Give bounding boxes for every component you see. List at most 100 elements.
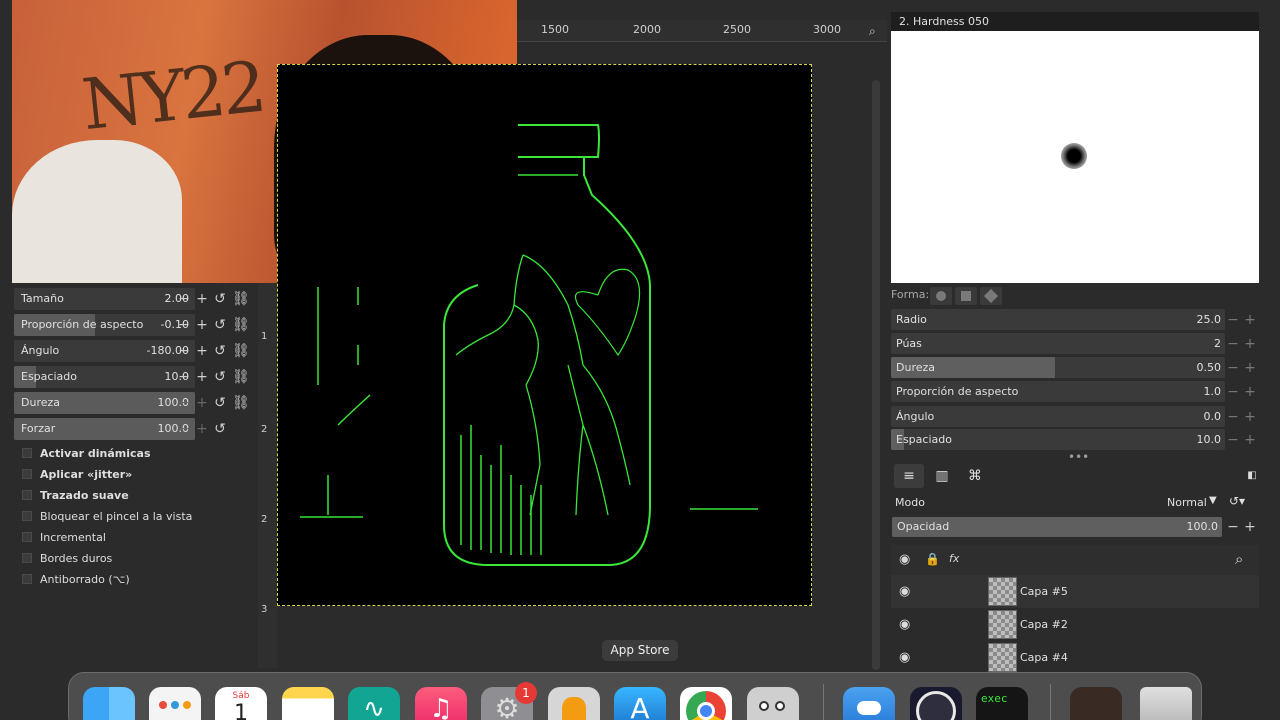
slider-value: 10.0 [1196, 433, 1222, 446]
incremental-checkbox[interactable]: Incremental [22, 528, 106, 546]
force-slider[interactable]: Forzar 100.0 [14, 418, 195, 440]
weather-icon[interactable] [843, 687, 895, 720]
mode-select[interactable]: Normal [1167, 496, 1207, 509]
angle-slider[interactable]: Ángulo -180.00 [14, 340, 195, 362]
eye-icon[interactable]: ◉ [899, 650, 910, 665]
reset-icon[interactable]: ↺ [212, 395, 228, 411]
eye-icon[interactable]: ◉ [899, 584, 910, 599]
link-icon[interactable]: ⛓ [232, 369, 250, 385]
layers-tab-icon[interactable]: ≡ [894, 464, 924, 488]
paths-tab-icon[interactable]: ⌘ [960, 464, 990, 488]
aspect-ratio-slider[interactable]: Proporción de aspecto -0.10 [14, 314, 195, 336]
notes-icon[interactable] [282, 687, 334, 720]
anti-erase-checkbox[interactable]: Antiborrado (⌥) [22, 570, 130, 588]
decrease-icon[interactable]: − [1226, 337, 1240, 351]
layer-row[interactable]: ◉ Capa #2 [891, 608, 1259, 641]
search-icon[interactable]: ⌕ [1235, 550, 1243, 568]
link-icon[interactable]: ⛓ [232, 317, 250, 333]
increase-icon[interactable]: + [1243, 433, 1257, 447]
canvas-scrollbar[interactable] [872, 80, 880, 670]
spacing-param-slider[interactable]: Espaciado 10.0 [891, 429, 1225, 450]
mode-reset-icon[interactable]: ↺▾ [1229, 494, 1245, 508]
smooth-stroke-checkbox[interactable]: Trazado suave [22, 486, 129, 504]
eye-icon[interactable]: ◉ [899, 617, 910, 632]
increase-icon[interactable]: + [194, 317, 210, 333]
decrease-icon[interactable]: − [1226, 410, 1240, 424]
diamond-shape-button[interactable] [980, 287, 1002, 305]
effects-icon[interactable]: fx [949, 552, 959, 565]
increase-icon[interactable]: + [1243, 361, 1257, 375]
decrease-icon[interactable]: − [176, 421, 192, 437]
spacing-slider[interactable]: Espaciado 10.0 [14, 366, 195, 388]
aspect-param-slider[interactable]: Proporción de aspecto 1.0 [891, 381, 1225, 402]
decrease-icon[interactable]: − [176, 317, 192, 333]
vertical-ruler[interactable]: 1 2 2 3 [258, 283, 277, 668]
angle-param-slider[interactable]: Ángulo 0.0 [891, 406, 1225, 427]
decrease-icon[interactable]: − [1226, 313, 1240, 327]
decrease-icon[interactable]: − [176, 395, 192, 411]
increase-icon[interactable]: + [194, 421, 210, 437]
reminders-icon[interactable] [149, 687, 201, 720]
increase-icon[interactable]: + [1243, 385, 1257, 399]
fl-studio-icon[interactable] [548, 687, 600, 720]
freeform-icon[interactable]: ∿ [348, 687, 400, 720]
minimized-window-icon[interactable] [1070, 687, 1122, 720]
increase-icon[interactable]: + [1243, 313, 1257, 327]
link-icon[interactable]: ⛓ [232, 343, 250, 359]
decrease-icon[interactable]: − [1226, 520, 1240, 534]
layer-row[interactable]: ◉ Capa #5 [891, 575, 1259, 608]
music-icon[interactable]: ♫ [415, 687, 467, 720]
app-store-icon[interactable]: A [614, 687, 666, 720]
channels-tab-icon[interactable]: ▥ [927, 464, 957, 488]
terminal-icon[interactable]: exec [976, 687, 1028, 720]
decrease-icon[interactable]: − [1226, 361, 1240, 375]
reset-icon[interactable]: ↺ [212, 291, 228, 307]
hard-edges-checkbox[interactable]: Bordes duros [22, 549, 112, 567]
chevron-down-icon[interactable]: ▼ [1209, 495, 1217, 506]
link-icon[interactable]: ⛓ [232, 291, 250, 307]
trash-icon[interactable] [1140, 687, 1192, 720]
link-icon[interactable]: ⛓ [232, 395, 250, 411]
size-slider[interactable]: Tamaño 2.00 [14, 288, 195, 310]
reset-icon[interactable]: ↺ [212, 317, 228, 333]
decrease-icon[interactable]: − [176, 291, 192, 307]
increase-icon[interactable]: + [194, 369, 210, 385]
opacity-slider[interactable]: Opacidad 100.0 [892, 517, 1222, 537]
increase-icon[interactable]: + [1243, 337, 1257, 351]
square-shape-button[interactable] [955, 287, 977, 305]
zoom-icon[interactable]: ⌕ [869, 24, 876, 39]
reset-icon[interactable]: ↺ [212, 369, 228, 385]
lock-brush-checkbox[interactable]: Bloquear el pincel a la vista [22, 507, 192, 525]
chrome-icon[interactable] [680, 687, 732, 720]
decrease-icon[interactable]: − [1226, 385, 1240, 399]
eye-icon[interactable]: ◉ [899, 552, 910, 567]
layer-row[interactable]: ◉ Capa #4 [891, 641, 1259, 674]
decrease-icon[interactable]: − [1226, 433, 1240, 447]
gimp-icon[interactable] [747, 687, 799, 720]
increase-icon[interactable]: + [1243, 520, 1257, 534]
brush-name[interactable]: 2. Hardness 050 [891, 12, 1259, 31]
reset-icon[interactable]: ↺ [212, 421, 228, 437]
slider-label: Ángulo [21, 344, 60, 357]
increase-icon[interactable]: + [194, 291, 210, 307]
increase-icon[interactable]: + [1243, 410, 1257, 424]
hardness-slider[interactable]: Dureza 100.0 [14, 392, 195, 414]
radius-slider[interactable]: Radio 25.0 [891, 309, 1225, 330]
increase-icon[interactable]: + [194, 343, 210, 359]
drawing-canvas[interactable] [277, 64, 812, 606]
horizontal-ruler[interactable]: 1500 2000 2500 3000 ⌕ [517, 20, 887, 42]
jitter-checkbox[interactable]: Aplicar «jitter» [22, 465, 132, 483]
finder-icon[interactable] [83, 687, 135, 720]
circle-shape-button[interactable] [930, 287, 952, 305]
calendar-icon[interactable]: Sáb 1 [215, 687, 267, 720]
increase-icon[interactable]: + [194, 395, 210, 411]
decrease-icon[interactable]: − [176, 369, 192, 385]
hardness-param-slider[interactable]: Dureza 0.50 [891, 357, 1225, 378]
obs-icon[interactable] [910, 687, 962, 720]
spikes-slider[interactable]: Púas 2 [891, 333, 1225, 354]
dynamics-checkbox[interactable]: Activar dinámicas [22, 444, 151, 462]
panel-menu-icon[interactable]: ◧ [1237, 464, 1267, 488]
lock-icon[interactable]: 🔒 [925, 552, 940, 566]
decrease-icon[interactable]: − [176, 343, 192, 359]
reset-icon[interactable]: ↺ [212, 343, 228, 359]
